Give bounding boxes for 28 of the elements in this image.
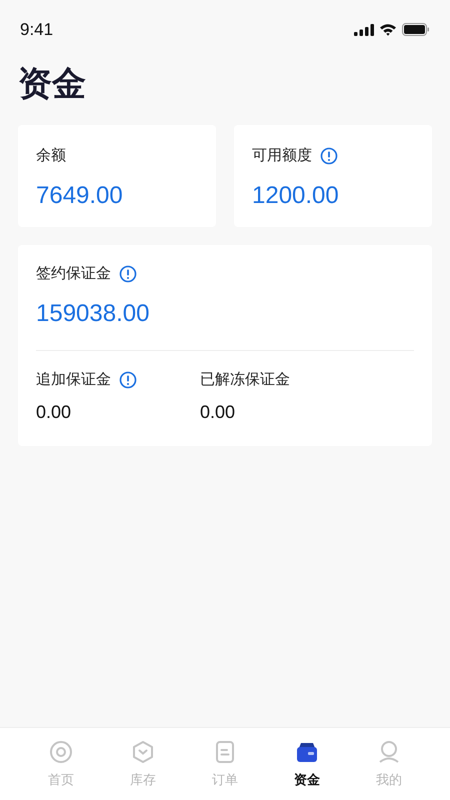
item-value: 0.00 bbox=[200, 401, 236, 424]
status-time: 9:41 bbox=[20, 18, 54, 41]
item-value: 0.00 bbox=[36, 401, 72, 424]
tab[interactable]: 首页 bbox=[20, 740, 102, 790]
info-icon[interactable] bbox=[119, 370, 137, 389]
item-label: 追加保证金 bbox=[36, 370, 111, 390]
card-value: 1200.00 bbox=[252, 180, 340, 210]
info-icon[interactable] bbox=[320, 147, 338, 166]
card-value: 7649.00 bbox=[36, 180, 124, 210]
wallet-icon bbox=[295, 740, 319, 764]
tab[interactable]: 订单 bbox=[184, 740, 266, 790]
tab[interactable]: 我的 bbox=[348, 740, 430, 790]
target-icon bbox=[49, 740, 73, 764]
item-label: 已解冻保证金 bbox=[200, 370, 290, 390]
tab[interactable]: 资金 bbox=[266, 740, 348, 790]
page-title: 资金 bbox=[18, 67, 87, 101]
card-label: 可用额度 bbox=[252, 146, 312, 166]
signal-icon bbox=[354, 24, 374, 36]
battery-icon bbox=[402, 23, 430, 36]
person-icon bbox=[377, 740, 401, 764]
card-label: 签约保证金 bbox=[36, 264, 111, 284]
card-label: 余额 bbox=[36, 146, 66, 166]
hexagon-icon bbox=[131, 740, 155, 764]
document-icon bbox=[213, 740, 237, 764]
card-value: 159038.00 bbox=[36, 298, 150, 328]
tab[interactable]: 库存 bbox=[102, 740, 184, 790]
info-icon[interactable] bbox=[119, 265, 137, 284]
wifi-icon bbox=[379, 23, 397, 36]
